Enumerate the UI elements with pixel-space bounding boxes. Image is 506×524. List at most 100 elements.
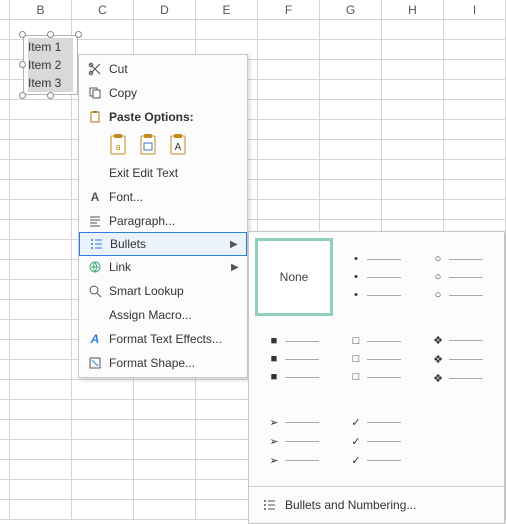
- cell[interactable]: [10, 460, 72, 480]
- bullet-option-none[interactable]: None: [255, 238, 333, 316]
- cell[interactable]: [10, 480, 72, 500]
- bullet-option-square-filled[interactable]: ■ ■ ■: [255, 320, 333, 398]
- paste-option-picture[interactable]: [139, 133, 161, 157]
- menu-paragraph[interactable]: Paragraph...: [79, 209, 247, 233]
- cell[interactable]: [10, 100, 72, 120]
- cell[interactable]: [258, 60, 320, 80]
- cell[interactable]: [258, 180, 320, 200]
- cell[interactable]: [10, 160, 72, 180]
- cell[interactable]: [72, 400, 134, 420]
- cell[interactable]: [72, 380, 134, 400]
- cell[interactable]: [134, 20, 196, 40]
- cell[interactable]: [72, 460, 134, 480]
- cell[interactable]: [382, 200, 444, 220]
- bullet-option-disc[interactable]: • • •: [337, 238, 415, 316]
- cell[interactable]: [444, 80, 506, 100]
- cell[interactable]: [134, 400, 196, 420]
- resize-handle[interactable]: [47, 31, 54, 38]
- cell[interactable]: [10, 340, 72, 360]
- cell[interactable]: [444, 40, 506, 60]
- menu-cut[interactable]: Cut: [79, 57, 247, 81]
- cell[interactable]: [320, 20, 382, 40]
- cell[interactable]: [320, 60, 382, 80]
- cell[interactable]: [382, 40, 444, 60]
- resize-handle[interactable]: [19, 31, 26, 38]
- cell[interactable]: [10, 300, 72, 320]
- cell[interactable]: [72, 480, 134, 500]
- cell[interactable]: [382, 120, 444, 140]
- menu-bullets[interactable]: Bullets ▶: [79, 232, 247, 256]
- cell[interactable]: [134, 480, 196, 500]
- bullet-option-square-hollow[interactable]: □ □ □: [337, 320, 415, 398]
- cell[interactable]: [10, 500, 72, 520]
- col-header[interactable]: G: [320, 0, 382, 20]
- cell[interactable]: [320, 120, 382, 140]
- cell[interactable]: [320, 160, 382, 180]
- cell[interactable]: [258, 40, 320, 60]
- paste-option-keep-source[interactable]: a: [109, 133, 131, 157]
- cell[interactable]: [72, 420, 134, 440]
- cell[interactable]: [258, 200, 320, 220]
- cell[interactable]: [196, 20, 258, 40]
- cell[interactable]: [382, 20, 444, 40]
- menu-format-text-effects[interactable]: A Format Text Effects...: [79, 327, 247, 351]
- textbox[interactable]: Item 1 Item 2 Item 3: [23, 35, 78, 95]
- bullet-option-circle[interactable]: ○ ○ ○: [419, 238, 497, 316]
- resize-handle[interactable]: [75, 31, 82, 38]
- cell[interactable]: [134, 440, 196, 460]
- cell[interactable]: [134, 380, 196, 400]
- cell[interactable]: [444, 180, 506, 200]
- cell[interactable]: [10, 400, 72, 420]
- col-header[interactable]: I: [444, 0, 506, 20]
- cell[interactable]: [72, 440, 134, 460]
- col-header[interactable]: B: [10, 0, 72, 20]
- cell[interactable]: [258, 140, 320, 160]
- bullet-option-diamond[interactable]: ❖ ❖ ❖: [419, 320, 497, 398]
- cell[interactable]: [134, 500, 196, 520]
- cell[interactable]: [258, 100, 320, 120]
- menu-exit-edit[interactable]: Exit Edit Text: [79, 161, 247, 185]
- cell[interactable]: [320, 40, 382, 60]
- cell[interactable]: [258, 80, 320, 100]
- cell[interactable]: [444, 60, 506, 80]
- cell[interactable]: [382, 140, 444, 160]
- cell[interactable]: [382, 100, 444, 120]
- cell[interactable]: [258, 20, 320, 40]
- cell[interactable]: [382, 80, 444, 100]
- bullet-option-check[interactable]: ✓ ✓ ✓: [337, 402, 415, 480]
- menu-smart-lookup[interactable]: Smart Lookup: [79, 279, 247, 303]
- cell[interactable]: [258, 120, 320, 140]
- cell[interactable]: [10, 140, 72, 160]
- cell[interactable]: [134, 420, 196, 440]
- cell[interactable]: [10, 120, 72, 140]
- cell[interactable]: [10, 440, 72, 460]
- bullet-option-blank[interactable]: [419, 402, 497, 480]
- cell[interactable]: [444, 140, 506, 160]
- cell[interactable]: [320, 140, 382, 160]
- resize-handle[interactable]: [19, 92, 26, 99]
- menu-assign-macro[interactable]: Assign Macro...: [79, 303, 247, 327]
- col-header[interactable]: F: [258, 0, 320, 20]
- cell[interactable]: [10, 180, 72, 200]
- cell[interactable]: [258, 160, 320, 180]
- menu-copy[interactable]: Copy: [79, 81, 247, 105]
- cell[interactable]: [10, 200, 72, 220]
- cell[interactable]: [10, 320, 72, 340]
- cell[interactable]: [10, 240, 72, 260]
- cell[interactable]: [382, 180, 444, 200]
- cell[interactable]: [382, 60, 444, 80]
- cell[interactable]: [134, 460, 196, 480]
- menu-format-shape[interactable]: Format Shape...: [79, 351, 247, 375]
- cell[interactable]: [444, 200, 506, 220]
- cell[interactable]: [320, 100, 382, 120]
- resize-handle[interactable]: [47, 92, 54, 99]
- menu-font[interactable]: A Font...: [79, 185, 247, 209]
- cell[interactable]: [10, 280, 72, 300]
- col-header[interactable]: C: [72, 0, 134, 20]
- cell[interactable]: [444, 120, 506, 140]
- cell[interactable]: [10, 360, 72, 380]
- cell[interactable]: [72, 500, 134, 520]
- bullet-option-arrow[interactable]: ➢ ➢ ➢: [255, 402, 333, 480]
- paste-option-text-only[interactable]: A: [169, 133, 191, 157]
- cell[interactable]: [10, 260, 72, 280]
